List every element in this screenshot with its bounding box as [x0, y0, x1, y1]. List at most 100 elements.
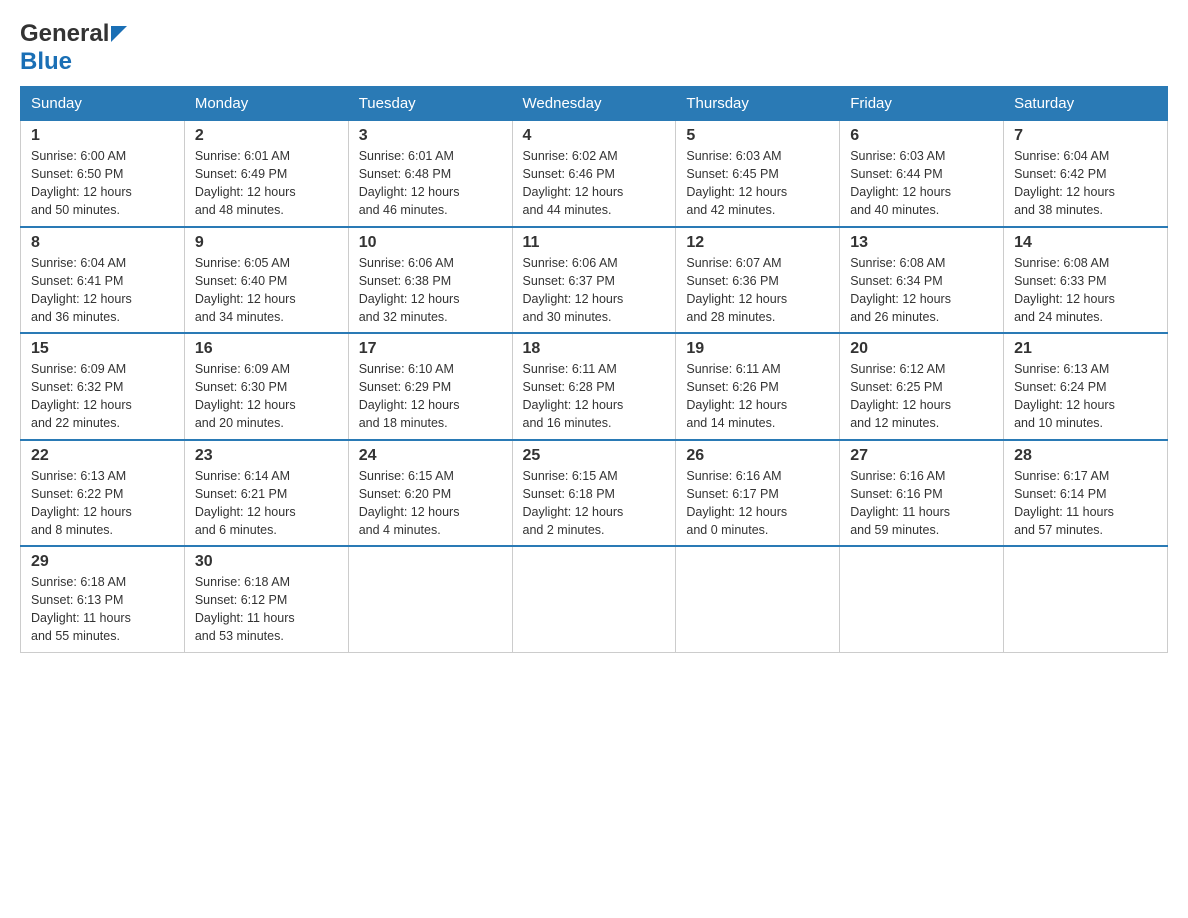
- day-number: 28: [1014, 447, 1157, 465]
- day-info: Sunrise: 6:16 AMSunset: 6:17 PMDaylight:…: [686, 469, 787, 537]
- day-info: Sunrise: 6:08 AMSunset: 6:34 PMDaylight:…: [850, 256, 951, 324]
- day-info: Sunrise: 6:07 AMSunset: 6:36 PMDaylight:…: [686, 256, 787, 324]
- day-info: Sunrise: 6:13 AMSunset: 6:24 PMDaylight:…: [1014, 362, 1115, 430]
- day-number: 8: [31, 234, 174, 252]
- weekday-header-thursday: Thursday: [676, 87, 840, 121]
- day-number: 12: [686, 234, 829, 252]
- day-cell: 30 Sunrise: 6:18 AMSunset: 6:12 PMDayligh…: [184, 546, 348, 652]
- day-cell: 20 Sunrise: 6:12 AMSunset: 6:25 PMDayligh…: [840, 333, 1004, 440]
- week-row-1: 1 Sunrise: 6:00 AMSunset: 6:50 PMDaylight…: [21, 121, 1168, 227]
- logo-general-text: General: [20, 20, 109, 48]
- day-cell: 15Sunrise: 6:09 AMSunset: 6:32 PMDayligh…: [21, 333, 185, 440]
- week-row-3: 15Sunrise: 6:09 AMSunset: 6:32 PMDayligh…: [21, 333, 1168, 440]
- day-cell: [512, 546, 676, 652]
- day-info: Sunrise: 6:18 AMSunset: 6:12 PMDaylight:…: [195, 575, 295, 643]
- week-row-2: 8 Sunrise: 6:04 AMSunset: 6:41 PMDaylight…: [21, 227, 1168, 334]
- day-number: 14: [1014, 234, 1157, 252]
- day-number: 18: [523, 340, 666, 358]
- day-info: Sunrise: 6:08 AMSunset: 6:33 PMDaylight:…: [1014, 256, 1115, 324]
- weekday-header-row: SundayMondayTuesdayWednesdayThursdayFrid…: [21, 87, 1168, 121]
- day-number: 16: [195, 340, 338, 358]
- weekday-header-sunday: Sunday: [21, 87, 185, 121]
- day-cell: 2 Sunrise: 6:01 AMSunset: 6:49 PMDaylight…: [184, 121, 348, 227]
- day-cell: 8 Sunrise: 6:04 AMSunset: 6:41 PMDaylight…: [21, 227, 185, 334]
- day-info: Sunrise: 6:15 AMSunset: 6:20 PMDaylight:…: [359, 469, 460, 537]
- day-cell: 23Sunrise: 6:14 AMSunset: 6:21 PMDayligh…: [184, 440, 348, 547]
- day-cell: 4 Sunrise: 6:02 AMSunset: 6:46 PMDaylight…: [512, 121, 676, 227]
- day-info: Sunrise: 6:11 AMSunset: 6:28 PMDaylight:…: [523, 362, 624, 430]
- day-number: 2: [195, 127, 338, 145]
- day-info: Sunrise: 6:03 AMSunset: 6:44 PMDaylight:…: [850, 149, 951, 217]
- logo-blue-text: Blue: [20, 48, 72, 75]
- day-cell: 18 Sunrise: 6:11 AMSunset: 6:28 PMDayligh…: [512, 333, 676, 440]
- day-number: 20: [850, 340, 993, 358]
- day-info: Sunrise: 6:11 AMSunset: 6:26 PMDaylight:…: [686, 362, 787, 430]
- logo: General Blue: [20, 20, 127, 76]
- day-cell: 27 Sunrise: 6:16 AMSunset: 6:16 PMDayligh…: [840, 440, 1004, 547]
- day-info: Sunrise: 6:17 AMSunset: 6:14 PMDaylight:…: [1014, 469, 1114, 537]
- day-cell: 17 Sunrise: 6:10 AMSunset: 6:29 PMDayligh…: [348, 333, 512, 440]
- day-info: Sunrise: 6:01 AMSunset: 6:48 PMDaylight:…: [359, 149, 460, 217]
- day-number: 5: [686, 127, 829, 145]
- day-info: Sunrise: 6:06 AMSunset: 6:37 PMDaylight:…: [523, 256, 624, 324]
- day-cell: 3 Sunrise: 6:01 AMSunset: 6:48 PMDaylight…: [348, 121, 512, 227]
- day-info: Sunrise: 6:04 AMSunset: 6:41 PMDaylight:…: [31, 256, 132, 324]
- day-cell: 24Sunrise: 6:15 AMSunset: 6:20 PMDayligh…: [348, 440, 512, 547]
- day-cell: 1 Sunrise: 6:00 AMSunset: 6:50 PMDaylight…: [21, 121, 185, 227]
- day-cell: 7 Sunrise: 6:04 AMSunset: 6:42 PMDaylight…: [1004, 121, 1168, 227]
- day-cell: 12 Sunrise: 6:07 AMSunset: 6:36 PMDayligh…: [676, 227, 840, 334]
- day-number: 3: [359, 127, 502, 145]
- day-number: 10: [359, 234, 502, 252]
- day-number: 30: [195, 553, 338, 571]
- day-cell: 11 Sunrise: 6:06 AMSunset: 6:37 PMDayligh…: [512, 227, 676, 334]
- day-cell: 9 Sunrise: 6:05 AMSunset: 6:40 PMDaylight…: [184, 227, 348, 334]
- day-cell: 28 Sunrise: 6:17 AMSunset: 6:14 PMDayligh…: [1004, 440, 1168, 547]
- day-number: 26: [686, 447, 829, 465]
- day-number: 17: [359, 340, 502, 358]
- day-info: Sunrise: 6:18 AMSunset: 6:13 PMDaylight:…: [31, 575, 131, 643]
- day-cell: 14 Sunrise: 6:08 AMSunset: 6:33 PMDayligh…: [1004, 227, 1168, 334]
- day-cell: 10 Sunrise: 6:06 AMSunset: 6:38 PMDayligh…: [348, 227, 512, 334]
- day-info: Sunrise: 6:16 AMSunset: 6:16 PMDaylight:…: [850, 469, 950, 537]
- day-info: Sunrise: 6:01 AMSunset: 6:49 PMDaylight:…: [195, 149, 296, 217]
- day-number: 4: [523, 127, 666, 145]
- day-cell: [676, 546, 840, 652]
- day-cell: 22 Sunrise: 6:13 AMSunset: 6:22 PMDayligh…: [21, 440, 185, 547]
- day-info: Sunrise: 6:12 AMSunset: 6:25 PMDaylight:…: [850, 362, 951, 430]
- day-cell: 21Sunrise: 6:13 AMSunset: 6:24 PMDayligh…: [1004, 333, 1168, 440]
- day-number: 13: [850, 234, 993, 252]
- day-number: 1: [31, 127, 174, 145]
- day-number: 27: [850, 447, 993, 465]
- day-cell: [348, 546, 512, 652]
- day-number: 7: [1014, 127, 1157, 145]
- day-info: Sunrise: 6:10 AMSunset: 6:29 PMDaylight:…: [359, 362, 460, 430]
- day-cell: 16Sunrise: 6:09 AMSunset: 6:30 PMDayligh…: [184, 333, 348, 440]
- day-info: Sunrise: 6:15 AMSunset: 6:18 PMDaylight:…: [523, 469, 624, 537]
- day-info: Sunrise: 6:02 AMSunset: 6:46 PMDaylight:…: [523, 149, 624, 217]
- header: General Blue: [20, 20, 1168, 76]
- day-cell: 13 Sunrise: 6:08 AMSunset: 6:34 PMDayligh…: [840, 227, 1004, 334]
- day-number: 6: [850, 127, 993, 145]
- day-number: 9: [195, 234, 338, 252]
- weekday-header-friday: Friday: [840, 87, 1004, 121]
- week-row-4: 22 Sunrise: 6:13 AMSunset: 6:22 PMDayligh…: [21, 440, 1168, 547]
- day-number: 23: [195, 447, 338, 465]
- day-cell: [840, 546, 1004, 652]
- day-info: Sunrise: 6:00 AMSunset: 6:50 PMDaylight:…: [31, 149, 132, 217]
- day-info: Sunrise: 6:13 AMSunset: 6:22 PMDaylight:…: [31, 469, 132, 537]
- weekday-header-wednesday: Wednesday: [512, 87, 676, 121]
- day-info: Sunrise: 6:06 AMSunset: 6:38 PMDaylight:…: [359, 256, 460, 324]
- day-cell: 25Sunrise: 6:15 AMSunset: 6:18 PMDayligh…: [512, 440, 676, 547]
- day-cell: 6 Sunrise: 6:03 AMSunset: 6:44 PMDaylight…: [840, 121, 1004, 227]
- day-cell: [1004, 546, 1168, 652]
- weekday-header-tuesday: Tuesday: [348, 87, 512, 121]
- day-number: 15: [31, 340, 174, 358]
- day-info: Sunrise: 6:04 AMSunset: 6:42 PMDaylight:…: [1014, 149, 1115, 217]
- weekday-header-monday: Monday: [184, 87, 348, 121]
- calendar-table: SundayMondayTuesdayWednesdayThursdayFrid…: [20, 86, 1168, 653]
- day-number: 29: [31, 553, 174, 571]
- day-info: Sunrise: 6:05 AMSunset: 6:40 PMDaylight:…: [195, 256, 296, 324]
- day-number: 22: [31, 447, 174, 465]
- day-cell: 19Sunrise: 6:11 AMSunset: 6:26 PMDayligh…: [676, 333, 840, 440]
- day-number: 11: [523, 234, 666, 252]
